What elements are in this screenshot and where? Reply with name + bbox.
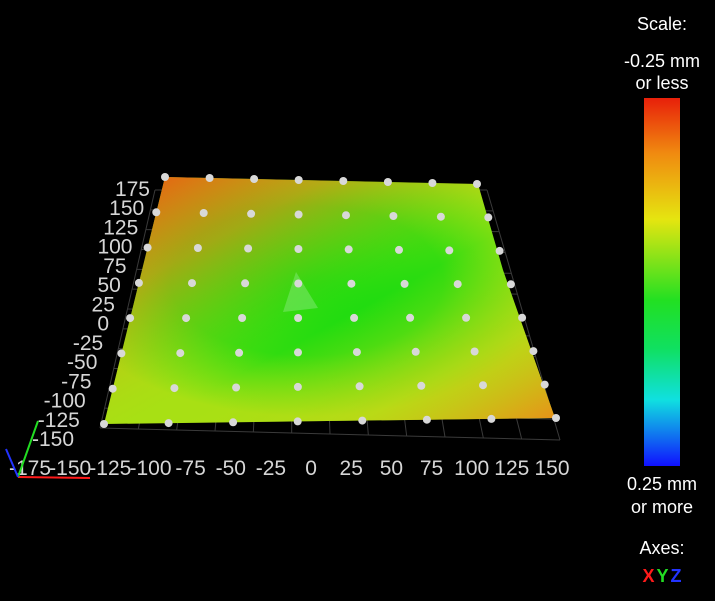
probe-point <box>350 313 359 322</box>
x-tick-label: 100 <box>454 457 489 480</box>
probe-point <box>540 380 549 389</box>
probe-point <box>244 244 253 253</box>
scale-bottom-value: 0.25 mm <box>626 474 698 494</box>
probe-point <box>479 381 487 390</box>
x-tick-label: -25 <box>256 457 286 480</box>
probe-point <box>250 175 259 183</box>
probe-point <box>170 384 179 393</box>
x-tick-label: 150 <box>534 457 569 480</box>
color-scale-bar <box>644 98 680 466</box>
probe-point <box>358 416 367 425</box>
probe-point <box>247 209 256 218</box>
probe-point <box>293 417 302 426</box>
probe-point <box>518 313 527 322</box>
probe-point <box>529 347 538 356</box>
probe-point <box>108 384 117 393</box>
x-tick-label: 125 <box>494 457 529 480</box>
x-tick-label: 0 <box>305 457 317 480</box>
probe-point <box>445 246 454 255</box>
probe-point <box>235 348 244 357</box>
scale-title: Scale: <box>636 14 688 34</box>
probe-point <box>344 245 353 254</box>
scale-top-value: -0.25 mm <box>623 51 701 71</box>
x-tick-label: -50 <box>216 457 246 480</box>
probe-point <box>126 314 135 323</box>
probe-point <box>294 245 303 253</box>
probe-point <box>352 348 361 357</box>
probe-point <box>355 382 364 391</box>
probe-point <box>436 212 445 221</box>
axes-title: Axes: <box>639 538 685 558</box>
probe-point <box>229 418 238 427</box>
x-tick-label: -100 <box>129 457 171 480</box>
probe-point <box>164 419 173 428</box>
probe-point <box>389 212 398 220</box>
scale-bottom-suffix: or more <box>630 497 693 517</box>
x-tick-label: 75 <box>420 457 443 480</box>
x-tick-label: 25 <box>340 457 363 480</box>
probe-point <box>294 210 303 219</box>
probe-point <box>294 176 303 184</box>
probe-point <box>417 381 426 390</box>
probe-point <box>383 178 392 186</box>
probe-point <box>453 280 462 289</box>
probe-point <box>294 348 302 357</box>
probe-point <box>395 245 403 254</box>
probe-point <box>487 414 496 423</box>
probe-point <box>428 179 437 187</box>
probe-point <box>294 279 303 288</box>
probe-point <box>411 347 420 356</box>
probe-point <box>188 279 196 288</box>
probe-point <box>552 414 560 422</box>
probe-point <box>205 174 214 182</box>
scale-legend: Scale: -0.25 mm or less 0.25 mm or more … <box>600 0 715 601</box>
x-tick-label: 50 <box>380 457 403 480</box>
mesh-3d-viewport[interactable]: 175 150 125 100 75 50 25 0 -25 -50 -75 -100 -125 -150… <box>0 0 600 601</box>
probe-point <box>406 313 415 322</box>
axis-key-x: X <box>642 566 655 586</box>
axis-key-y: Y <box>656 566 669 586</box>
probe-point <box>232 383 241 392</box>
probe-point <box>462 313 471 322</box>
probe-point <box>339 177 348 185</box>
probe-point <box>400 279 409 288</box>
probe-point <box>241 279 250 288</box>
probe-point <box>117 349 126 358</box>
probe-point <box>293 382 302 391</box>
probe-point <box>176 349 185 358</box>
y-tick-label: -150 <box>32 428 74 451</box>
probe-point <box>347 279 356 288</box>
axis-key-z: Z <box>670 566 682 586</box>
probe-point <box>238 314 247 322</box>
x-axis-ticks: -175-150-125-100 -75 -50 -25 0 25 50 75 100 125 15… <box>9 457 570 480</box>
probe-point <box>143 243 152 252</box>
scale-top-suffix: or less <box>635 73 689 93</box>
probe-point <box>470 347 479 356</box>
probe-point <box>182 314 191 323</box>
probe-point <box>161 173 169 181</box>
probe-point <box>495 246 504 255</box>
mesh-scene[interactable]: 1751501251007550250-25-50-75-100-125-150… <box>0 0 600 601</box>
probe-point <box>422 415 431 424</box>
probe-point <box>100 420 108 428</box>
probe-point <box>134 278 143 287</box>
probe-point <box>193 244 202 252</box>
x-tick-label: -125 <box>89 457 131 480</box>
x-tick-label: -75 <box>175 457 205 480</box>
probe-point <box>152 208 161 217</box>
axes-keys: XYZ <box>600 566 715 587</box>
probe-point <box>473 180 481 188</box>
probe-point <box>199 209 208 217</box>
probe-point <box>294 314 303 322</box>
probe-point <box>342 211 350 220</box>
probe-point <box>484 213 493 222</box>
probe-point <box>506 280 515 289</box>
